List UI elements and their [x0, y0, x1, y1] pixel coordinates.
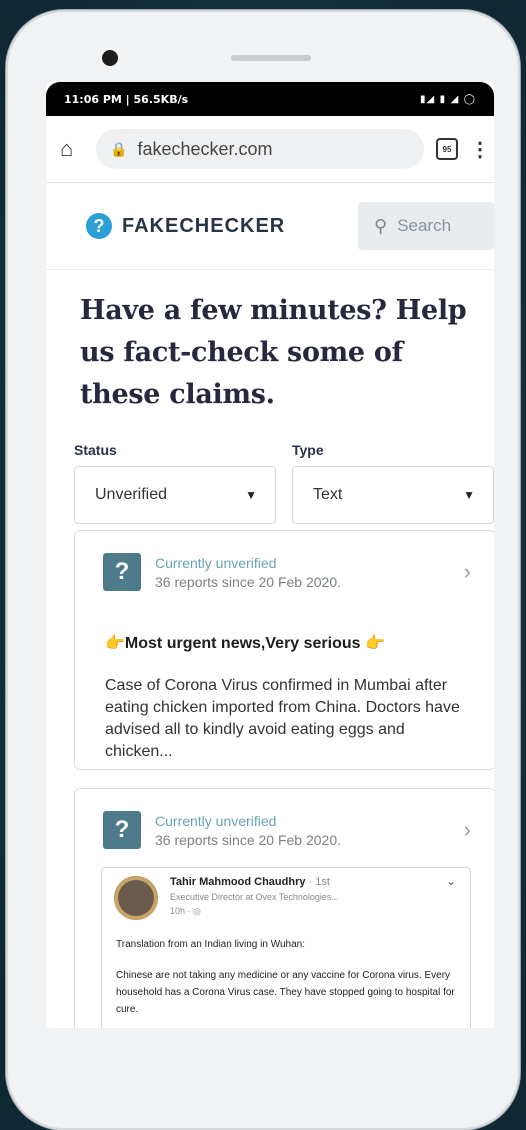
claim-status: Currently unverified [155, 554, 277, 571]
unverified-question-icon: ? [103, 553, 141, 591]
embedded-post-time: 10h · ◎ [170, 906, 201, 916]
chevron-right-icon[interactable]: › [464, 817, 471, 843]
type-select-value: Text [313, 486, 343, 503]
front-camera [102, 50, 118, 66]
more-menu-icon[interactable]: ⋮ [470, 137, 490, 162]
site-header: ? FAKECHECKER ⚲ Search [46, 183, 494, 270]
claim-card-header: ? Currently unverified 36 reports since … [75, 531, 494, 591]
embedded-paragraph: Translation from an Indian living in Wuh… [116, 939, 305, 950]
browser-toolbar: ⌂ 🔒 fakechecker.com 95 ⋮ [46, 116, 494, 183]
claim-card[interactable]: ? Currently unverified 36 reports since … [74, 530, 494, 770]
question-logo-icon: ? [86, 213, 112, 239]
chevron-right-icon[interactable]: › [464, 559, 471, 585]
filters: Status Unverified ▼ Type Text ▼ [74, 442, 494, 524]
claim-status: Currently unverified [155, 812, 277, 829]
home-icon[interactable]: ⌂ [60, 137, 84, 161]
embedded-paragraph: Chinese are not taking any medicine or a… [116, 970, 455, 1015]
earpiece-speaker [231, 55, 311, 61]
url-text: fakechecker.com [137, 138, 273, 159]
claim-card[interactable]: ? Currently unverified 36 reports since … [74, 788, 494, 1028]
claim-card-header: ? Currently unverified 36 reports since … [75, 789, 494, 849]
avatar [114, 876, 158, 920]
claim-title: 👉Most urgent news,Very serious 👉 [105, 635, 385, 652]
type-select[interactable]: Text ▼ [292, 466, 494, 524]
site-logo[interactable]: ? FAKECHECKER [86, 213, 285, 239]
embedded-post-text: Translation from an Indian living in Wuh… [116, 936, 458, 1018]
embedded-author-name: Tahir Mahmood Chaudhry · 1st [170, 876, 339, 888]
author-degree: · 1st [308, 876, 330, 888]
embedded-post-header: Tahir Mahmood Chaudhry · 1st Executive D… [102, 868, 470, 920]
embedded-author-info: Tahir Mahmood Chaudhry · 1st Executive D… [170, 876, 339, 920]
logo-text: FAKECHECKER [122, 214, 286, 237]
embedded-post-screenshot: Tahir Mahmood Chaudhry · 1st Executive D… [101, 867, 471, 1028]
search-label: Search [397, 216, 452, 235]
chevron-down-icon: ⌄ [445, 874, 456, 888]
tabs-count-icon[interactable]: 95 [436, 138, 458, 160]
claim-body: Case of Corona Virus confirmed in Mumbai… [105, 677, 460, 760]
embedded-author-title: Executive Director at Ovex Technologies.… [170, 892, 339, 902]
status-bar: 11:06 PM | 56.5KB/s ▮◢ ▮ ◢ ◯ [46, 82, 494, 116]
phone-screen: 11:06 PM | 56.5KB/s ▮◢ ▮ ◢ ◯ ⌂ 🔒 fakeche… [46, 82, 494, 1028]
author-name-text: Tahir Mahmood Chaudhry [170, 876, 306, 888]
unverified-question-icon: ? [103, 811, 141, 849]
claim-meta: Currently unverified 36 reports since 20… [155, 813, 464, 848]
status-select-value: Unverified [95, 486, 168, 503]
phone-frame: 11:06 PM | 56.5KB/s ▮◢ ▮ ◢ ◯ ⌂ 🔒 fakeche… [6, 10, 520, 1130]
status-select[interactable]: Unverified ▼ [74, 466, 276, 524]
status-time: 11:06 PM | 56.5KB/s [64, 92, 189, 106]
dropdown-caret-icon: ▼ [245, 488, 257, 502]
search-icon: ⚲ [374, 215, 388, 236]
address-bar[interactable]: 🔒 fakechecker.com [96, 129, 424, 169]
status-filter: Status Unverified ▼ [74, 442, 276, 524]
dropdown-caret-icon: ▼ [463, 488, 475, 502]
page-title: Have a few minutes? Help us fact-check s… [80, 295, 467, 410]
type-filter-label: Type [292, 442, 324, 458]
status-icons: ▮◢ ▮ ◢ ◯ [419, 93, 476, 105]
status-filter-label: Status [74, 442, 117, 458]
claim-meta: Currently unverified 36 reports since 20… [155, 555, 464, 590]
lock-icon: 🔒 [110, 140, 128, 157]
claim-reports: 36 reports since 20 Feb 2020. [155, 573, 342, 590]
claim-reports: 36 reports since 20 Feb 2020. [155, 831, 342, 848]
type-filter: Type Text ▼ [292, 442, 494, 524]
search-button[interactable]: ⚲ Search [358, 202, 494, 250]
